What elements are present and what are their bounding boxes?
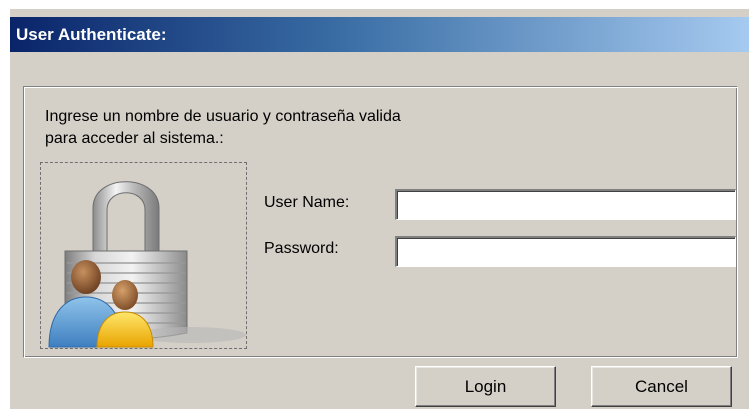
cancel-button[interactable]: Cancel <box>591 366 732 407</box>
login-dialog: User Authenticate: Ingrese un nombre de … <box>9 8 749 409</box>
padlock-users-icon-graphic <box>48 181 246 348</box>
password-input[interactable] <box>395 236 736 267</box>
login-panel: Ingrese un nombre de usuario y contraseñ… <box>23 86 738 358</box>
username-label: User Name: <box>264 194 350 211</box>
instructions-line-2: para acceder al sistema.: <box>45 130 224 147</box>
instructions-text: Ingrese un nombre de usuario y contraseñ… <box>45 106 545 150</box>
username-input[interactable] <box>395 189 736 220</box>
window-title: User Authenticate: <box>16 25 167 44</box>
password-label: Password: <box>264 240 339 257</box>
login-button[interactable]: Login <box>415 366 556 407</box>
title-bar[interactable]: User Authenticate: <box>10 17 749 52</box>
padlock-users-icon <box>40 162 247 349</box>
instructions-line-1: Ingrese un nombre de usuario y contraseñ… <box>45 108 401 125</box>
